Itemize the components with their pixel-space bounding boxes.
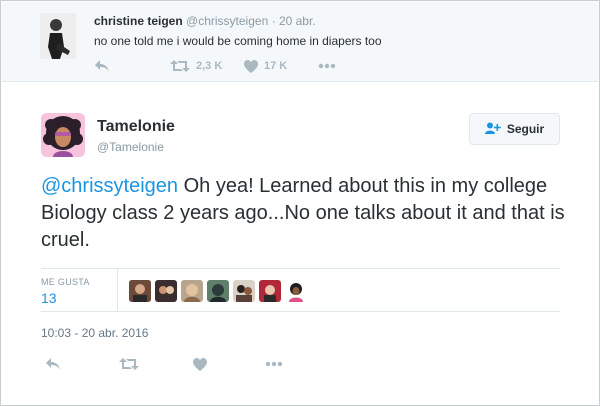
main-author-name[interactable]: Tamelonie xyxy=(97,118,175,136)
parent-date[interactable]: 20 abr. xyxy=(279,14,316,28)
parent-header: christine teigen @chrissyteigen · 20 abr… xyxy=(94,14,316,28)
follow-button[interactable]: Seguir xyxy=(469,113,560,145)
stats-divider xyxy=(117,269,118,311)
reply-icon xyxy=(94,59,110,73)
parent-retweet-button[interactable]: 2,3 K xyxy=(170,58,222,74)
parent-separator: · xyxy=(271,14,276,28)
retweet-icon xyxy=(170,59,190,73)
tweet-stats: ME GUSTA 13 xyxy=(41,268,560,312)
add-user-icon xyxy=(484,122,507,137)
liker-avatar[interactable] xyxy=(155,280,177,302)
heart-icon xyxy=(193,357,207,371)
parent-avatar[interactable] xyxy=(40,13,76,59)
retweet-button[interactable] xyxy=(119,356,139,372)
heart-icon xyxy=(244,59,258,73)
parent-author-name[interactable]: christine teigen xyxy=(94,14,183,28)
parent-author-handle[interactable]: @chrissyteigen xyxy=(186,14,268,28)
liker-avatar[interactable] xyxy=(129,280,151,302)
liker-avatar[interactable] xyxy=(259,280,281,302)
follow-label: Seguir xyxy=(506,122,545,136)
main-author-handle[interactable]: @Tamelonie xyxy=(97,140,164,154)
tweet-frame: christine teigen @chrissyteigen · 20 abr… xyxy=(0,0,600,406)
reply-button[interactable] xyxy=(45,356,61,372)
parent-tweet-text: no one told me i would be coming home in… xyxy=(94,34,382,48)
parent-reply-button[interactable] xyxy=(94,58,110,74)
more-button[interactable] xyxy=(265,356,283,372)
liker-avatar[interactable] xyxy=(207,280,229,302)
more-icon xyxy=(318,63,336,69)
parent-like-count: 17 K xyxy=(264,60,288,72)
main-avatar[interactable] xyxy=(41,113,85,157)
main-actions xyxy=(41,356,301,372)
parent-tweet[interactable]: christine teigen @chrissyteigen · 20 abr… xyxy=(2,2,598,82)
more-icon xyxy=(265,361,283,367)
mention-link[interactable]: @chrissyteigen xyxy=(41,175,178,197)
like-button[interactable] xyxy=(193,356,207,372)
liker-avatar[interactable] xyxy=(233,280,255,302)
parent-like-button[interactable]: 17 K xyxy=(244,58,287,74)
parent-retweet-count: 2,3 K xyxy=(196,60,223,72)
parent-more-button[interactable] xyxy=(318,58,336,74)
tweet-timestamp[interactable]: 10:03 - 20 abr. 2016 xyxy=(41,326,148,340)
main-tweet-text: @chrissyteigen Oh yea! Learned about thi… xyxy=(41,173,581,254)
retweet-icon xyxy=(119,357,139,371)
parent-actions: 2,3 K 17 K xyxy=(94,58,394,74)
likes-label: ME GUSTA xyxy=(41,277,90,287)
liker-avatar[interactable] xyxy=(285,280,307,302)
liker-avatar[interactable] xyxy=(181,280,203,302)
reply-icon xyxy=(45,357,61,371)
likes-count[interactable]: 13 xyxy=(41,290,57,306)
